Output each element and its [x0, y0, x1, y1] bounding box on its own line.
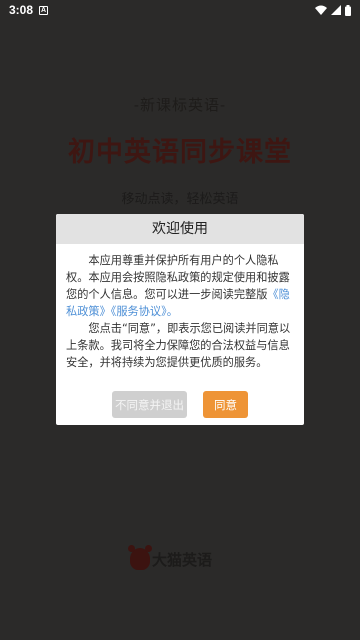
decline-exit-button[interactable]: 不同意并退出 — [112, 391, 187, 418]
dialog-paragraph-1-text: 本应用尊重并保护所有用户的个人隐私权。本应用会按照隐私政策的规定使用和披露您的个… — [66, 254, 290, 301]
notification-icon: A — [39, 5, 49, 15]
dialog-body: 本应用尊重并保护所有用户的个人隐私权。本应用会按照隐私政策的规定使用和披露您的个… — [56, 244, 304, 371]
status-icons — [315, 4, 351, 16]
dialog-buttons: 不同意并退出 同意 — [56, 391, 304, 418]
brand-name: 大猫英语 — [152, 550, 213, 569]
signal-icon — [331, 5, 341, 15]
brand: 大猫英语 — [128, 545, 250, 573]
paragraph-1-end: 。 — [166, 305, 178, 318]
dialog-paragraph-1: 本应用尊重并保护所有用户的个人隐私权。本应用会按照隐私政策的规定使用和披露您的个… — [66, 252, 294, 320]
splash-subtitle: -新课标英语- — [133, 96, 227, 114]
battery-icon — [345, 4, 351, 16]
wifi-icon — [315, 5, 327, 15]
dialog-title: 欢迎使用 — [56, 214, 304, 244]
dialog-paragraph-2: 您点击“同意”，即表示您已阅读并同意以上条款。我司将全力保障您的合法权益与信息安… — [66, 322, 291, 369]
status-bar: 3:08 A — [0, 0, 360, 20]
cat-logo-icon — [128, 545, 152, 570]
privacy-dialog: 欢迎使用 本应用尊重并保护所有用户的个人隐私权。本应用会按照隐私政策的规定使用和… — [56, 214, 304, 425]
status-time: 3:08 — [9, 3, 34, 17]
splash-slogan: 移动点读，轻松英语 — [121, 192, 239, 207]
splash-title: 初中英语同步课堂 — [68, 137, 292, 168]
accept-button[interactable]: 同意 — [203, 391, 248, 418]
service-agreement-link[interactable]: 《服务协议》 — [111, 305, 167, 318]
